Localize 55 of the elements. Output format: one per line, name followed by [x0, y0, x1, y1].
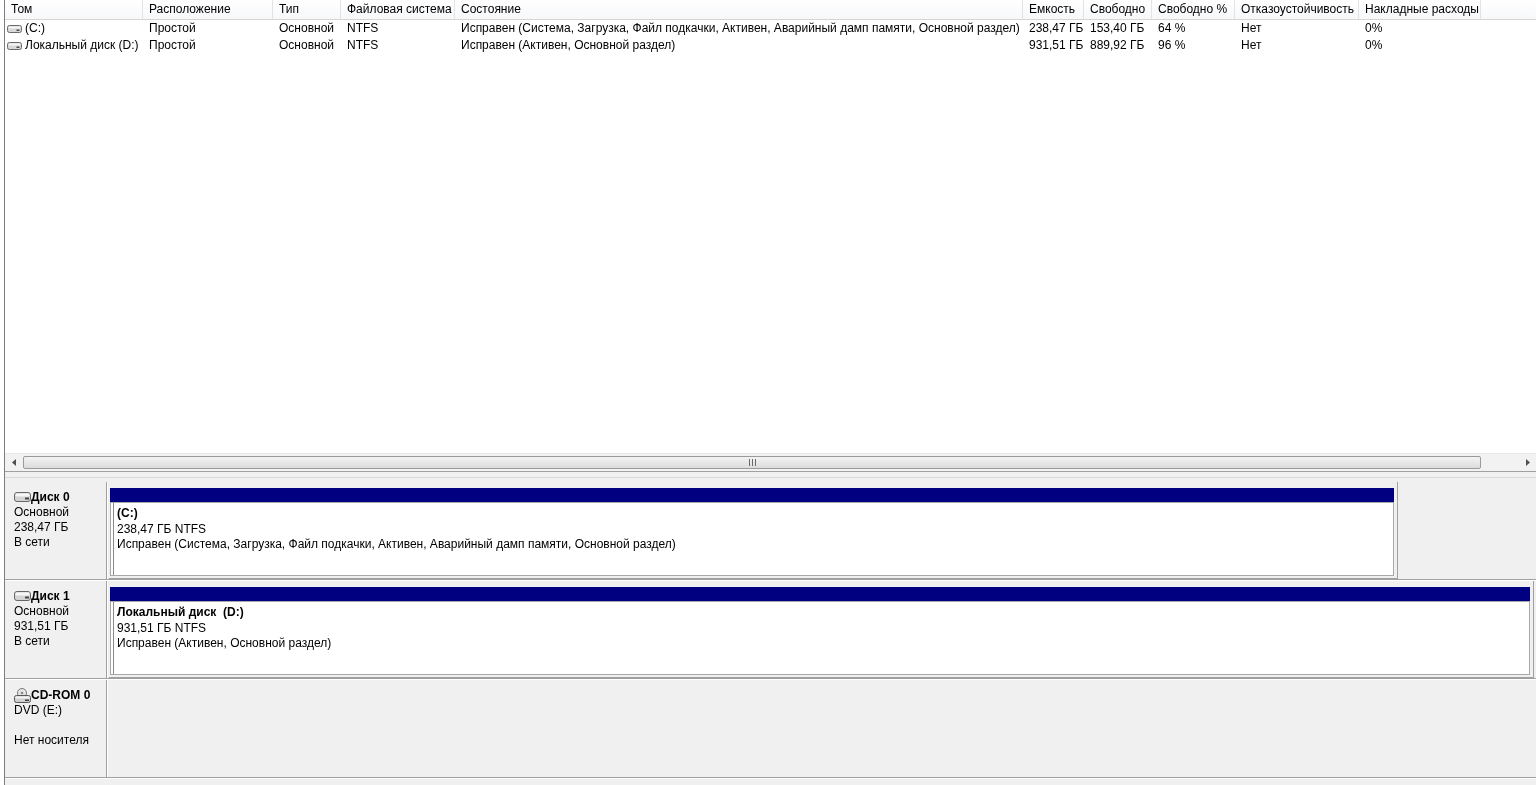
- column-header[interactable]: Тип: [273, 0, 341, 19]
- disk-name: Диск 0: [31, 490, 70, 505]
- table-cell: Локальный диск (D:): [25, 37, 139, 54]
- cd-drive-icon: [14, 688, 31, 703]
- disk-status: В сети: [14, 634, 51, 649]
- disk-size: 238,47 ГБ: [14, 520, 70, 535]
- table-cell-text: Простой: [148, 20, 197, 37]
- table-cell-text: 238,47 ГБ: [1028, 20, 1084, 37]
- table-cell-text: Простой: [148, 37, 197, 54]
- column-header[interactable]: Свободно: [1084, 0, 1152, 19]
- table-cell-text: Основной: [278, 20, 335, 37]
- disk-size: 931,51 ГБ: [14, 619, 70, 634]
- partition-title: (C:): [117, 506, 139, 522]
- column-header[interactable]: Состояние: [455, 0, 1023, 19]
- table-cell-text: NTFS: [346, 37, 380, 54]
- disk-name: Диск 1: [31, 589, 70, 604]
- table-cell-text: Нет: [1240, 37, 1263, 54]
- grip-icon: [748, 459, 756, 466]
- table-cell-text: Исправен (Система, Загрузка, Файл подкачки, Активен, Аварийный дамп памяти, Основной раздел): [460, 20, 1021, 37]
- table-cell-text: 153,40 ГБ: [1089, 20, 1146, 37]
- partition-size: 238,47 ГБ NTFS: [117, 521, 208, 537]
- table-cell-text: 0%: [1364, 20, 1384, 37]
- column-header[interactable]: Расположение: [143, 0, 273, 19]
- table-cell-text: 0%: [1364, 37, 1384, 54]
- hard-drive-icon: [14, 591, 31, 601]
- column-header[interactable]: Свободно %: [1152, 0, 1235, 19]
- right-triangle-icon: [1525, 459, 1530, 466]
- hard-drive-icon: [14, 492, 31, 502]
- partition-status: Исправен (Система, Загрузка, Файл подкачки, Активен, Аварийный дамп памяти, Основной раздел): [117, 537, 677, 553]
- table-cell-text: Основной: [278, 37, 335, 54]
- scrollbar-thumb[interactable]: [23, 456, 1481, 469]
- disk-status: В сети: [14, 535, 51, 550]
- disk-name: CD-ROM 0: [31, 688, 91, 703]
- table-cell-text: 96 %: [1157, 37, 1187, 54]
- horizontal-scrollbar[interactable]: [5, 453, 1536, 471]
- partition-status: Исправен (Активен, Основной раздел): [117, 636, 333, 652]
- table-cell-text: 64 %: [1157, 20, 1187, 37]
- table-cell-text: Исправен (Активен, Основной раздел): [460, 37, 677, 54]
- column-header[interactable]: Накладные расходы: [1359, 0, 1481, 19]
- column-header[interactable]: Отказоустойчивость: [1235, 0, 1359, 19]
- column-header[interactable]: Емкость: [1023, 0, 1084, 19]
- media-status: Нет носителя: [14, 733, 90, 748]
- table-cell-text: 889,92 ГБ: [1089, 37, 1146, 54]
- left-triangle-icon: [11, 459, 16, 466]
- disk-type: Основной: [14, 604, 70, 619]
- drive-letter: DVD (E:): [14, 703, 63, 718]
- partition-size: 931,51 ГБ NTFS: [117, 620, 208, 636]
- disk-type: Основной: [14, 505, 70, 520]
- table-cell: (C:): [25, 20, 45, 37]
- table-cell-text: 931,51 ГБ: [1028, 37, 1084, 54]
- table-cell-text: Нет: [1240, 20, 1263, 37]
- table-cell-text: NTFS: [346, 20, 380, 37]
- column-header[interactable]: Том: [5, 0, 143, 19]
- column-header[interactable]: Файловая система: [341, 0, 455, 19]
- partition-title: Локальный диск (D:): [117, 605, 245, 621]
